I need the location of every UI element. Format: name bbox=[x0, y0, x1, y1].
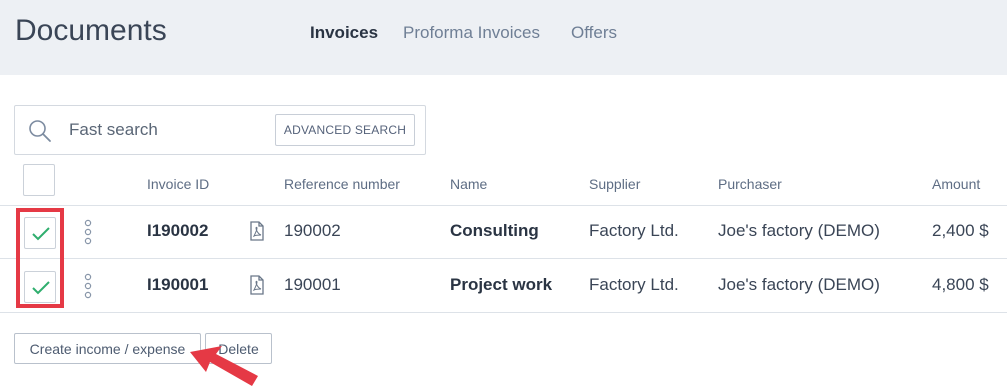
tab-proforma-invoices[interactable]: Proforma Invoices bbox=[403, 23, 540, 43]
cell-amount: 4,800 $ bbox=[932, 275, 989, 294]
advanced-search-button[interactable]: ADVANCED SEARCH bbox=[275, 114, 415, 146]
cell-purchaser: Joe's factory (DEMO) bbox=[718, 221, 880, 240]
checkmark-icon bbox=[32, 281, 50, 295]
table-header: Invoice ID Reference number Name Supplie… bbox=[0, 160, 1007, 206]
select-all-checkbox[interactable] bbox=[23, 164, 55, 196]
cell-reference: 190002 bbox=[284, 221, 341, 240]
cell-invoice-id[interactable]: I190001 bbox=[147, 275, 208, 295]
cell-name: Project work bbox=[450, 275, 553, 294]
tab-offers[interactable]: Offers bbox=[571, 23, 617, 43]
tab-invoices[interactable]: Invoices bbox=[310, 23, 378, 43]
search-input[interactable] bbox=[69, 116, 269, 144]
column-header-purchaser[interactable]: Purchaser bbox=[718, 176, 782, 192]
pdf-icon[interactable] bbox=[248, 221, 266, 241]
header-bar: Documents Invoices Proforma Invoices Off… bbox=[0, 0, 1007, 75]
pdf-icon[interactable] bbox=[248, 275, 266, 295]
create-income-expense-button[interactable]: Create income / expense bbox=[14, 333, 201, 364]
cell-reference: 190001 bbox=[284, 275, 341, 294]
table-row[interactable]: I190002 190002 Consulting Factory Ltd. J… bbox=[0, 205, 1007, 259]
cell-invoice-id[interactable]: I190002 bbox=[147, 221, 208, 241]
table-row[interactable]: I190001 190001 Project work Factory Ltd.… bbox=[0, 259, 1007, 313]
delete-button[interactable]: Delete bbox=[205, 333, 272, 364]
cell-purchaser: Joe's factory (DEMO) bbox=[718, 275, 880, 294]
cell-amount: 2,400 $ bbox=[932, 221, 989, 240]
cell-name: Consulting bbox=[450, 221, 539, 240]
row-checkbox[interactable] bbox=[24, 271, 56, 303]
column-header-name[interactable]: Name bbox=[450, 176, 487, 192]
column-header-supplier[interactable]: Supplier bbox=[589, 176, 640, 192]
column-header-invoice-id[interactable]: Invoice ID bbox=[147, 176, 209, 192]
column-header-reference[interactable]: Reference number bbox=[284, 176, 400, 192]
cell-supplier: Factory Ltd. bbox=[589, 275, 679, 294]
cell-supplier: Factory Ltd. bbox=[589, 221, 679, 240]
row-menu-icon[interactable] bbox=[83, 273, 93, 299]
page-title: Documents bbox=[15, 14, 167, 47]
row-menu-icon[interactable] bbox=[83, 219, 93, 245]
row-checkbox[interactable] bbox=[24, 217, 56, 249]
search-icon bbox=[28, 119, 52, 143]
search-box: ADVANCED SEARCH bbox=[14, 105, 426, 155]
column-header-amount[interactable]: Amount bbox=[932, 176, 980, 192]
checkmark-icon bbox=[32, 227, 50, 241]
